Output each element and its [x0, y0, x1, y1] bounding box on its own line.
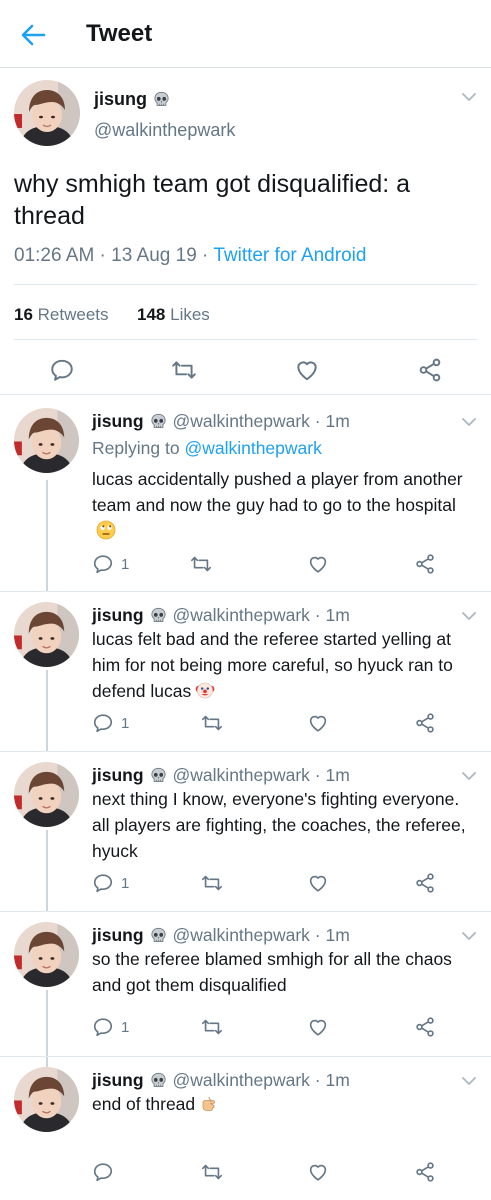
reply-header: jisung @walkinthepwark · 1m — [92, 1070, 350, 1091]
retweet-icon[interactable] — [201, 712, 223, 734]
skull-icon — [150, 767, 167, 784]
reply-text-content: end of thread — [92, 1094, 196, 1114]
chevron-down-icon[interactable] — [462, 772, 476, 781]
reply-text: next thing I know, everyone's fighting e… — [92, 789, 466, 861]
reply-icon[interactable] — [92, 1016, 114, 1038]
author-name-row: jisung — [94, 89, 170, 110]
reply-header: jisung @walkinthepwark · 1m — [92, 605, 350, 626]
retweet-icon[interactable] — [201, 1161, 223, 1183]
avatar[interactable] — [14, 922, 79, 987]
avatar[interactable] — [14, 80, 80, 146]
author-handle[interactable]: @walkinthepwark · 1m — [173, 411, 350, 432]
share-icon[interactable] — [417, 357, 443, 383]
retweets-label: Retweets — [37, 305, 109, 324]
back-arrow-icon[interactable] — [18, 20, 48, 50]
reply-icon[interactable] — [92, 712, 114, 734]
author-name[interactable]: jisung — [92, 1070, 144, 1091]
reply-count: 1 — [121, 715, 130, 732]
reply-tweet[interactable]: jisung @walkinthepwark · 1m lucas felt b… — [0, 592, 491, 750]
reply-icon[interactable] — [49, 357, 75, 383]
share-icon[interactable] — [414, 712, 436, 734]
reply-tweet[interactable]: jisung @walkinthepwark · 1m so the refer… — [0, 912, 491, 1056]
avatar[interactable] — [14, 602, 79, 667]
share-icon[interactable] — [414, 1016, 436, 1038]
reply-header: jisung @walkinthepwark · 1m — [92, 411, 350, 432]
replying-to: Replying to @walkinthepwark — [92, 438, 322, 459]
likes-label: Likes — [170, 305, 210, 324]
likes-count: 148 — [137, 305, 166, 324]
share-icon[interactable] — [414, 553, 436, 575]
author-name[interactable]: jisung — [94, 89, 147, 110]
like-heart-icon[interactable] — [294, 357, 320, 383]
tweet-source-link[interactable]: Twitter for Android — [213, 245, 366, 266]
clown-emoji-icon — [195, 682, 215, 699]
tweet-text: why smhigh team got disqualified: a thre… — [14, 170, 411, 230]
author-name[interactable]: jisung — [92, 411, 144, 432]
tweet-date: 13 Aug 19 — [111, 245, 197, 266]
replying-to-label: Replying to — [92, 438, 180, 458]
retweet-icon[interactable] — [190, 553, 212, 575]
retweet-icon[interactable] — [201, 1016, 223, 1038]
skull-icon — [153, 91, 170, 108]
author-handle[interactable]: @walkinthepwark · 1m — [173, 605, 350, 626]
like-heart-icon[interactable] — [307, 1016, 329, 1038]
avatar[interactable] — [14, 762, 79, 827]
reply-tweet[interactable]: jisung @walkinthepwark · 1m next thing I… — [0, 752, 491, 910]
retweet-icon[interactable] — [201, 872, 223, 894]
skull-icon — [150, 607, 167, 624]
share-icon[interactable] — [414, 872, 436, 894]
tweet-time: 01:26 AM — [14, 245, 95, 266]
reply-count: 1 — [121, 1019, 130, 1036]
like-heart-icon[interactable] — [307, 553, 329, 575]
reply-tweet[interactable]: jisung @walkinthepwark · 1m Replying to … — [0, 398, 491, 590]
main-tweet: jisung @walkinthepwark why smhigh team g… — [0, 69, 491, 395]
reply-text: end of thread — [92, 1091, 477, 1117]
top-bar: Tweet — [0, 0, 491, 68]
reply-text: so the referee blamed smhigh for all the… — [92, 949, 452, 995]
reply-icon[interactable] — [92, 872, 114, 894]
reply-text: lucas accidentally pushed a player from … — [92, 466, 477, 544]
reply-header: jisung @walkinthepwark · 1m — [92, 765, 350, 786]
page-title: Tweet — [86, 20, 153, 47]
chevron-down-icon[interactable] — [462, 418, 476, 427]
skull-icon — [150, 413, 167, 430]
author-name[interactable]: jisung — [92, 605, 144, 626]
replying-to-link[interactable]: @walkinthepwark — [184, 438, 321, 458]
share-icon[interactable] — [414, 1161, 436, 1183]
like-heart-icon[interactable] — [307, 712, 329, 734]
author-handle[interactable]: @walkinthepwark · 1m — [173, 765, 350, 786]
chevron-down-icon[interactable] — [462, 932, 476, 941]
avatar[interactable] — [14, 408, 79, 473]
author-handle[interactable]: @walkinthepwark · 1m — [173, 1070, 350, 1091]
retweet-icon[interactable] — [171, 357, 197, 383]
retweets-stat[interactable]: 16 Retweets — [14, 305, 109, 325]
author-name[interactable]: jisung — [92, 925, 144, 946]
reply-icon[interactable] — [92, 1161, 114, 1183]
reply-count: 1 — [121, 875, 130, 892]
like-heart-icon[interactable] — [307, 1161, 329, 1183]
tweet-meta: 01:26 AM · 13 Aug 19 · Twitter for Andro… — [14, 245, 367, 266]
author-handle[interactable]: @walkinthepwark — [94, 120, 235, 141]
reply-text-content: lucas accidentally pushed a player from … — [92, 469, 463, 515]
reply-count: 1 — [121, 556, 130, 573]
author-handle[interactable]: @walkinthepwark · 1m — [173, 925, 350, 946]
pointing-hand-emoji-icon — [202, 1097, 215, 1111]
reply-header: jisung @walkinthepwark · 1m — [92, 925, 350, 946]
avatar[interactable] — [14, 1067, 79, 1132]
chevron-down-icon[interactable] — [462, 612, 476, 621]
likes-stat[interactable]: 148 Likes — [137, 305, 210, 325]
like-heart-icon[interactable] — [307, 872, 329, 894]
chevron-down-icon[interactable] — [462, 93, 476, 102]
skull-icon — [150, 1072, 167, 1089]
author-name[interactable]: jisung — [92, 765, 144, 786]
reply-tweet[interactable]: jisung @walkinthepwark · 1m end of threa… — [0, 1057, 491, 1200]
reply-icon[interactable] — [92, 553, 114, 575]
skull-icon — [150, 927, 167, 944]
eye-roll-emoji-icon — [96, 520, 116, 540]
tweet-stats: 16 Retweets 148 Likes — [14, 284, 477, 340]
reply-text-content: lucas felt bad and the referee started y… — [92, 629, 453, 701]
chevron-down-icon[interactable] — [462, 1077, 476, 1086]
retweets-count: 16 — [14, 305, 33, 324]
reply-text: lucas felt bad and the referee started y… — [92, 626, 477, 704]
